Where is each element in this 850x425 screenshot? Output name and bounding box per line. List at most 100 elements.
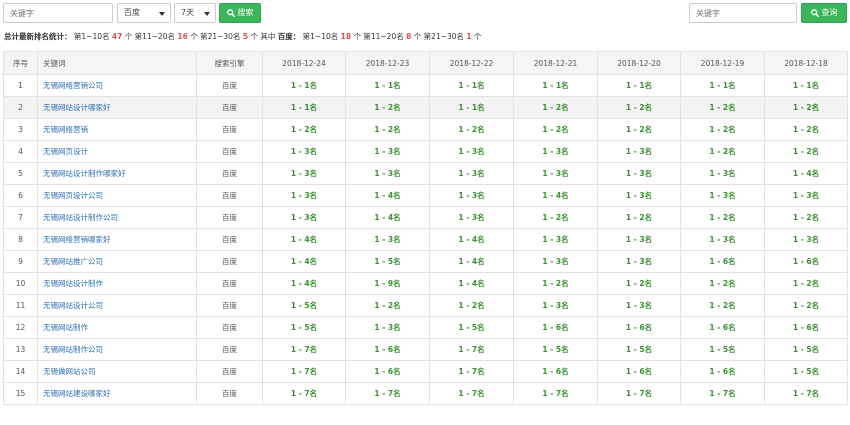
rank-cell: 1 - 2名 [680, 206, 765, 229]
summary-count: 16 [177, 32, 188, 41]
row-index: 4 [3, 140, 38, 163]
query-input[interactable] [689, 3, 797, 23]
rank-cell: 1 - 3名 [262, 162, 346, 185]
keyword-link[interactable]: 无锡网站制作公司 [37, 338, 197, 361]
keyword-link[interactable]: 无锡网站设计制作 [37, 272, 197, 295]
keyword-input[interactable] [3, 3, 113, 23]
keyword-link[interactable]: 无锡做网站公司 [37, 360, 197, 383]
rank-cell: 1 - 3名 [597, 250, 681, 273]
keyword-link[interactable]: 无锡网页设计 [37, 140, 197, 163]
search-button[interactable]: 搜索 [219, 3, 261, 23]
row-index: 13 [3, 338, 38, 361]
column-header: 2018-12-20 [597, 51, 681, 75]
rank-cell: 1 - 4名 [429, 250, 514, 273]
column-header: 搜索引擎 [196, 51, 263, 75]
keyword-link[interactable]: 无锡网站推广公司 [37, 250, 197, 273]
keyword-link[interactable]: 无锡网站制作 [37, 316, 197, 339]
keyword-link[interactable]: 无锡网络营销 [37, 118, 197, 141]
row-index: 1 [3, 74, 38, 97]
rank-cell: 1 - 2名 [513, 206, 598, 229]
search-icon [810, 9, 819, 18]
rank-cell: 1 - 3名 [597, 140, 681, 163]
summary-label: 总计最新排名统计： [4, 32, 72, 41]
rank-cell: 1 - 3名 [597, 294, 681, 317]
table-row: 5 无锡网站设计制作哪家好 百度 1 - 3名 1 - 3名 1 - 3名 1 - 3名 1 … [3, 162, 848, 185]
table-row: 3 无锡网络营销 百度 1 - 2名 1 - 2名 1 - 2名 1 - 2名 1 - 2名 1… [3, 118, 848, 141]
summary-text: 个 第11~20名 [353, 32, 404, 41]
rank-cell: 1 - 4名 [262, 250, 346, 273]
rank-cell: 1 - 2名 [345, 96, 430, 119]
table-header-row: 序号 关键词 搜索引擎 2018-12-24 2018-12-23 2018-1… [3, 51, 848, 75]
row-index: 12 [3, 316, 38, 339]
search-engine-cell: 百度 [196, 228, 263, 251]
rank-cell: 1 - 3名 [513, 228, 598, 251]
rank-cell: 1 - 2名 [680, 272, 765, 295]
search-engine-cell: 百度 [196, 206, 263, 229]
keyword-link[interactable]: 无锡网站设计哪家好 [37, 96, 197, 119]
summary-text: 个 第11~20名 [124, 32, 175, 41]
rank-cell: 1 - 2名 [597, 118, 681, 141]
row-index: 2 [3, 96, 38, 119]
rank-cell: 1 - 2名 [345, 294, 430, 317]
table-row: 9 无锡网站推广公司 百度 1 - 4名 1 - 5名 1 - 4名 1 - 3名 1 - 3… [3, 250, 848, 273]
column-header: 2018-12-21 [513, 51, 598, 75]
keyword-link[interactable]: 无锡网络营销哪家好 [37, 228, 197, 251]
table-row: 1 无锡网络营销公司 百度 1 - 1名 1 - 1名 1 - 1名 1 - 1名 1 - 1… [3, 74, 848, 97]
search-engine-cell: 百度 [196, 74, 263, 97]
rank-cell: 1 - 2名 [429, 118, 514, 141]
row-index: 10 [3, 272, 38, 295]
rank-cell: 1 - 3名 [680, 184, 765, 207]
chevron-down-icon [159, 12, 165, 16]
table-row: 13 无锡网站制作公司 百度 1 - 7名 1 - 6名 1 - 7名 1 - 5名 1 - … [3, 338, 848, 361]
rank-cell: 1 - 2名 [597, 206, 681, 229]
rank-cell: 1 - 4名 [345, 206, 430, 229]
rank-cell: 1 - 2名 [345, 118, 430, 141]
ranking-table: 序号 关键词 搜索引擎 2018-12-24 2018-12-23 2018-1… [3, 51, 848, 405]
days-select-value: 7天 [181, 8, 195, 17]
keyword-link[interactable]: 无锡网页设计公司 [37, 184, 197, 207]
rank-cell: 1 - 2名 [764, 96, 848, 119]
row-index: 14 [3, 360, 38, 383]
rank-cell: 1 - 3名 [262, 206, 346, 229]
rank-cell: 1 - 2名 [513, 118, 598, 141]
row-index: 8 [3, 228, 38, 251]
keyword-link[interactable]: 无锡网站设计制作哪家好 [37, 162, 197, 185]
summary-count: 1 [466, 32, 472, 41]
row-index: 9 [3, 250, 38, 273]
rank-cell: 1 - 4名 [345, 184, 430, 207]
keyword-link[interactable]: 无锡网站建设哪家好 [37, 382, 197, 405]
table-row: 15 无锡网站建设哪家好 百度 1 - 7名 1 - 7名 1 - 7名 1 - 7名 1 -… [3, 382, 848, 405]
rank-cell: 1 - 1名 [429, 96, 514, 119]
table-row: 8 无锡网络营销哪家好 百度 1 - 4名 1 - 3名 1 - 4名 1 - 3名 1 - … [3, 228, 848, 251]
rank-cell: 1 - 2名 [764, 206, 848, 229]
keyword-link[interactable]: 无锡网站设计公司 [37, 294, 197, 317]
column-header: 2018-12-24 [262, 51, 346, 75]
column-header: 2018-12-22 [429, 51, 514, 75]
row-index: 15 [3, 382, 38, 405]
search-button-label: 搜索 [237, 8, 254, 17]
search-engine-cell: 百度 [196, 294, 263, 317]
rank-cell: 1 - 3名 [429, 140, 514, 163]
query-button[interactable]: 查询 [801, 3, 847, 23]
rank-cell: 1 - 1名 [597, 74, 681, 97]
rank-cell: 1 - 4名 [262, 228, 346, 251]
rank-cell: 1 - 1名 [680, 74, 765, 97]
table-row: 7 无锡网站设计制作公司 百度 1 - 3名 1 - 4名 1 - 3名 1 - 2名 1 -… [3, 206, 848, 229]
keyword-link[interactable]: 无锡网站设计制作公司 [37, 206, 197, 229]
rank-cell: 1 - 6名 [513, 316, 598, 339]
rank-cell: 1 - 3名 [345, 316, 430, 339]
search-engine-cell: 百度 [196, 118, 263, 141]
rank-cell: 1 - 5名 [764, 360, 848, 383]
engine-select[interactable]: 百度 [117, 3, 171, 23]
rank-cell: 1 - 2名 [764, 272, 848, 295]
table-row: 11 无锡网站设计公司 百度 1 - 5名 1 - 2名 1 - 2名 1 - 3名 1 - … [3, 294, 848, 317]
keyword-link[interactable]: 无锡网络营销公司 [37, 74, 197, 97]
rank-cell: 1 - 3名 [429, 206, 514, 229]
search-engine-cell: 百度 [196, 382, 263, 405]
days-select[interactable]: 7天 [174, 3, 216, 23]
rank-cell: 1 - 2名 [262, 118, 346, 141]
summary-text: 个 第21~30名 [413, 32, 464, 41]
rank-cell: 1 - 3名 [597, 162, 681, 185]
rank-cell: 1 - 3名 [262, 184, 346, 207]
rank-cell: 1 - 2名 [680, 140, 765, 163]
